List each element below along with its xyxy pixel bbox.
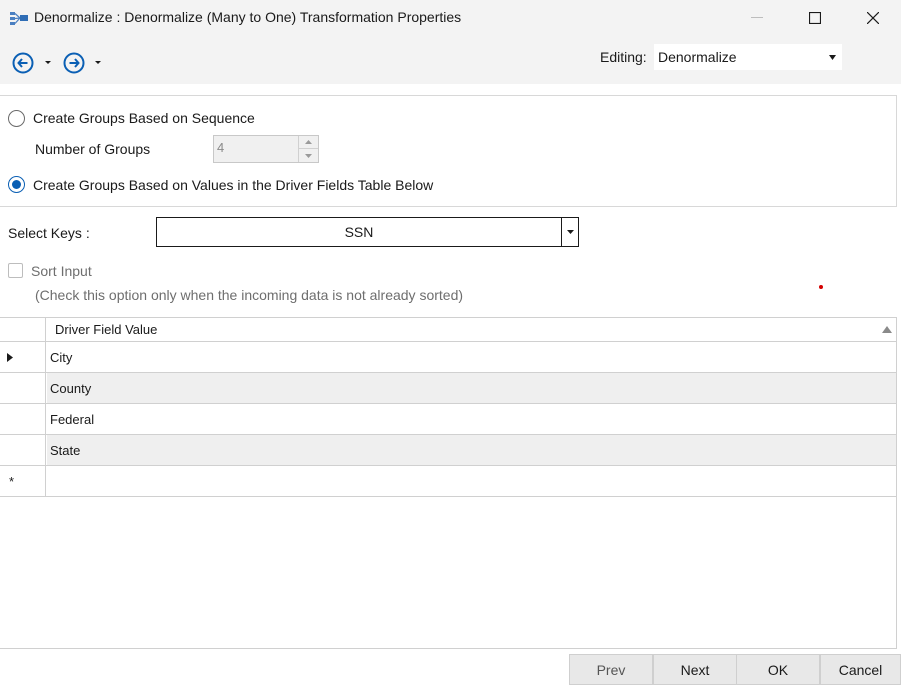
cancel-button[interactable]: Cancel: [820, 654, 901, 685]
cell-text: Federal: [50, 412, 95, 427]
title-bar: Denormalize : Denormalize (Many to One) …: [0, 0, 901, 36]
number-of-groups-stepper[interactable]: 4: [213, 135, 319, 163]
chevron-down-icon[interactable]: [44, 60, 52, 66]
sequence-radio-label[interactable]: Create Groups Based on Sequence: [33, 110, 255, 126]
select-keys-label: Select Keys :: [8, 225, 90, 241]
cell-text: County: [50, 381, 92, 396]
column-header-driver-field-value[interactable]: Driver Field Value: [55, 322, 157, 337]
minimize-icon: [751, 17, 763, 18]
transformation-app-icon: [10, 12, 28, 25]
number-of-groups-label: Number of Groups: [35, 141, 151, 157]
table-cell[interactable]: County: [47, 373, 896, 403]
window-title: Denormalize : Denormalize (Many to One) …: [34, 9, 462, 25]
toolbar: Editing: Denormalize: [0, 36, 901, 84]
table-cell[interactable]: Federal: [47, 404, 896, 434]
values-radio[interactable]: [8, 176, 25, 193]
minimize-button[interactable]: [734, 0, 780, 36]
editing-select[interactable]: Denormalize: [654, 44, 842, 70]
number-of-groups-value: 4: [217, 140, 225, 155]
chevron-down-icon: [305, 153, 312, 158]
table-row[interactable]: County: [0, 373, 896, 404]
ok-button[interactable]: OK: [736, 654, 820, 685]
grid-header: Driver Field Value: [0, 318, 896, 342]
table-row[interactable]: State: [0, 435, 896, 466]
sort-ascending-icon: [882, 326, 892, 333]
row-header[interactable]: [0, 404, 46, 434]
maximize-icon: [809, 12, 821, 24]
close-button[interactable]: [850, 0, 896, 36]
chevron-up-icon: [305, 140, 312, 144]
grouping-panel: Create Groups Based on Sequence Number o…: [0, 95, 897, 207]
values-radio-label[interactable]: Create Groups Based on Values in the Dri…: [33, 177, 433, 193]
row-header[interactable]: *: [0, 466, 46, 496]
select-keys-value: SSN: [344, 224, 374, 240]
sort-input-checkbox[interactable]: [8, 263, 23, 278]
grid-header-corner: [0, 318, 46, 342]
row-header[interactable]: [0, 342, 46, 372]
select-keys-dropdown-button[interactable]: [561, 218, 578, 246]
dropdown-arrow-icon: [829, 55, 836, 60]
table-cell[interactable]: City: [47, 342, 896, 372]
new-row-marker: *: [9, 474, 15, 489]
arrow-right-circle-icon[interactable]: [63, 52, 85, 74]
next-button[interactable]: Next: [653, 654, 737, 685]
cell-text: State: [50, 443, 81, 458]
current-row-pointer-icon: [7, 353, 13, 362]
sort-input-note: (Check this option only when the incomin…: [35, 287, 464, 303]
sequence-radio[interactable]: [8, 110, 25, 127]
cell-text: City: [50, 350, 73, 365]
stepper-down-button[interactable]: [298, 149, 318, 162]
sort-input-label[interactable]: Sort Input: [31, 263, 92, 279]
editing-value: Denormalize: [658, 49, 737, 65]
table-cell[interactable]: State: [47, 435, 896, 465]
stepper-up-button[interactable]: [298, 136, 318, 149]
row-header[interactable]: [0, 373, 46, 403]
row-header[interactable]: [0, 435, 46, 465]
chevron-down-icon[interactable]: [94, 60, 102, 66]
dropdown-arrow-icon: [566, 230, 574, 234]
table-row[interactable]: Federal: [0, 404, 896, 435]
table-cell[interactable]: [47, 466, 896, 496]
driver-fields-grid: Driver Field Value City County Federal S…: [0, 317, 897, 649]
arrow-left-circle-icon[interactable]: [12, 52, 34, 74]
marker-dot: [819, 285, 823, 289]
table-row[interactable]: City: [0, 342, 896, 373]
new-row[interactable]: *: [0, 466, 896, 497]
prev-button[interactable]: Prev: [569, 654, 653, 685]
maximize-button[interactable]: [792, 0, 838, 36]
editing-label: Editing:: [600, 49, 647, 65]
select-keys-combo[interactable]: SSN: [156, 217, 579, 247]
close-icon: [867, 12, 879, 24]
